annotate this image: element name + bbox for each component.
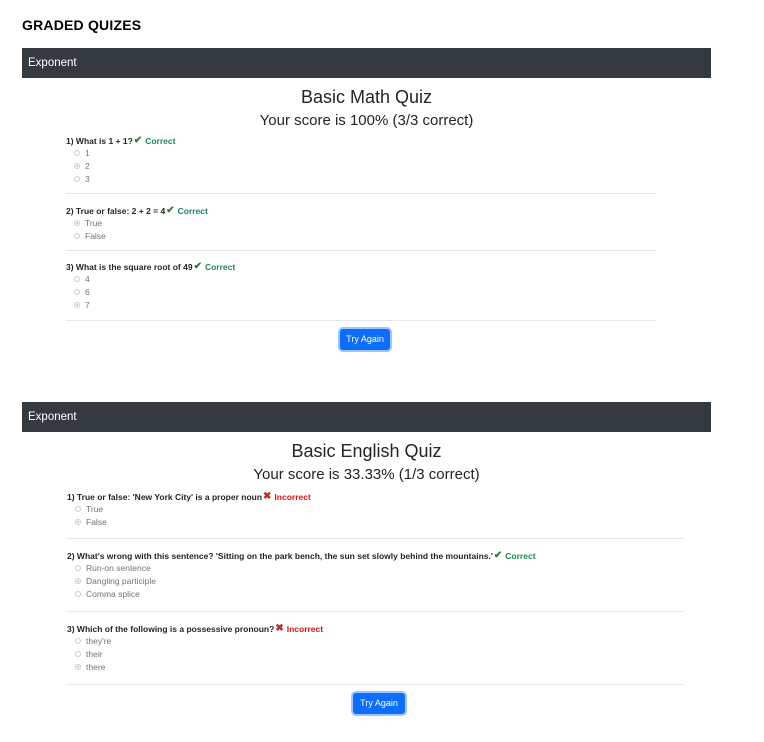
check-icon: ✔: [493, 550, 503, 561]
option-label: False: [85, 230, 106, 241]
answer-option[interactable]: 6: [74, 285, 656, 298]
question-text: 1) What is 1 + 1?: [66, 135, 133, 146]
quiz-english: Exponent Basic English Quiz Your score i…: [22, 402, 711, 722]
question: 3) Which of the following is a possessiv…: [67, 623, 684, 673]
quiz-header-bar: Exponent: [22, 402, 711, 432]
option-label: 4: [85, 273, 90, 284]
radio-button[interactable]: [74, 232, 80, 239]
option-label: 3: [85, 173, 90, 184]
divider: [67, 611, 684, 612]
radio-button[interactable]: [75, 650, 81, 657]
option-label: their: [86, 648, 103, 659]
option-label: 6: [85, 286, 90, 297]
answer-option[interactable]: Run-on sentence: [75, 561, 684, 574]
result-label: Incorrect: [286, 623, 324, 634]
radio-button[interactable]: [75, 663, 81, 670]
answer-option[interactable]: their: [75, 647, 684, 660]
option-label: True: [85, 217, 103, 228]
option-label: True: [86, 503, 104, 514]
quiz-title: Basic Math Quiz: [300, 87, 433, 107]
answer-option[interactable]: False: [75, 515, 684, 528]
quiz-score: Your score is 100% (3/3 correct): [259, 112, 474, 129]
radio-button[interactable]: [75, 590, 81, 597]
divider: [66, 193, 656, 194]
page-title: GRADED QUIZES: [22, 17, 142, 33]
radio-button[interactable]: [75, 564, 81, 571]
result-label: Correct: [505, 550, 536, 561]
cross-icon: ✖: [275, 623, 284, 634]
answer-option[interactable]: True: [75, 502, 684, 515]
quiz-header-bar: Exponent: [22, 48, 711, 78]
question: 1) True or false: 'New York City' is a p…: [67, 491, 684, 528]
result-label: Correct: [145, 135, 176, 146]
option-label: 2: [85, 160, 90, 171]
option-label: Dangling participle: [86, 575, 156, 586]
option-label: Comma splice: [86, 588, 140, 599]
answer-option[interactable]: 4: [74, 272, 656, 285]
check-icon: ✔: [193, 261, 202, 272]
answer-option[interactable]: 2: [74, 159, 656, 172]
answer-option[interactable]: 7: [74, 298, 656, 311]
result-label: Incorrect: [274, 491, 311, 502]
question-text: 1) True or false: 'New York City' is a p…: [67, 491, 263, 502]
answer-option[interactable]: Comma splice: [75, 587, 684, 600]
answer-option[interactable]: Dangling participle: [75, 574, 684, 587]
check-icon: ✔: [133, 135, 143, 146]
answer-option[interactable]: 3: [74, 172, 656, 185]
answer-option[interactable]: True: [74, 216, 656, 229]
divider: [67, 538, 684, 539]
option-label: False: [86, 516, 107, 527]
radio-button[interactable]: [74, 219, 80, 226]
question: 3) What is the square root of 49 ✔ Correct…: [66, 261, 656, 311]
option-label: there: [86, 661, 106, 672]
radio-button[interactable]: [74, 175, 80, 182]
radio-button[interactable]: [75, 505, 81, 512]
radio-button[interactable]: [74, 275, 80, 282]
option-label: 7: [85, 299, 90, 310]
divider: [66, 250, 656, 251]
option-label: Run-on sentence: [86, 562, 151, 573]
radio-button[interactable]: [74, 162, 80, 169]
quiz-title: Basic English Quiz: [291, 441, 442, 461]
radio-button[interactable]: [74, 288, 80, 295]
radio-button[interactable]: [75, 518, 81, 525]
answer-option[interactable]: there: [75, 660, 684, 673]
check-icon: ✔: [166, 205, 175, 216]
question-text: 2) True or false: 2 + 2 = 4: [66, 205, 166, 216]
answer-option[interactable]: they're: [75, 634, 684, 647]
radio-button[interactable]: [74, 301, 80, 308]
radio-button[interactable]: [75, 577, 81, 584]
question-text: 2) What's wrong with this sentence? 'Sit…: [67, 550, 493, 561]
question: 1) What is 1 + 1? ✔ Correct 1 2 3: [66, 135, 656, 185]
divider: [67, 684, 684, 685]
option-label: 1: [85, 147, 90, 158]
question-text: 3) Which of the following is a possessiv…: [67, 623, 275, 634]
question: 2) True or false: 2 + 2 = 4 ✔ Correct True…: [66, 205, 656, 242]
question: 2) What's wrong with this sentence? 'Sit…: [67, 550, 684, 600]
result-label: Correct: [204, 261, 236, 272]
option-label: they're: [86, 635, 112, 646]
quiz-math: Exponent Basic Math Quiz Your score is 1…: [22, 48, 711, 358]
quiz-score: Your score is 33.33% (1/3 correct): [253, 466, 480, 483]
radio-button[interactable]: [74, 149, 80, 156]
cross-icon: ✖: [263, 491, 272, 502]
try-again-button[interactable]: Try Again: [353, 693, 405, 714]
answer-option[interactable]: 1: [74, 146, 656, 159]
answer-option[interactable]: False: [74, 229, 656, 242]
try-again-button[interactable]: Try Again: [340, 329, 390, 350]
radio-button[interactable]: [75, 637, 81, 644]
result-label: Correct: [177, 205, 208, 216]
question-text: 3) What is the square root of 49: [66, 261, 193, 272]
divider: [66, 320, 656, 321]
